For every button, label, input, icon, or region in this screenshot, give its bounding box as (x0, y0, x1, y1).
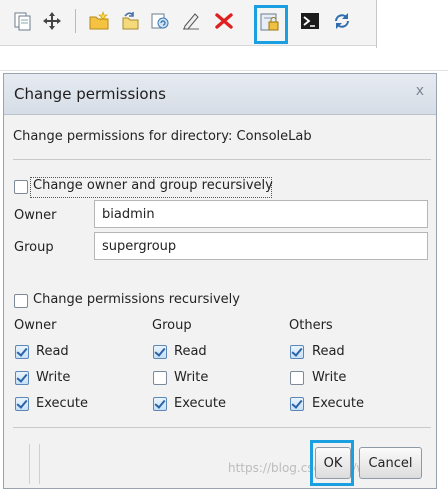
ok-highlight (310, 440, 354, 486)
refresh-folder-icon[interactable] (149, 10, 173, 34)
delete-icon[interactable] (213, 10, 237, 34)
group-execute-checkbox[interactable] (153, 397, 167, 411)
owner-execute-label[interactable]: Execute (36, 396, 88, 411)
group-read-label[interactable]: Read (174, 344, 207, 359)
divider (39, 444, 40, 484)
terminal-icon[interactable] (299, 10, 323, 34)
close-icon[interactable]: x (416, 83, 424, 99)
background-divider (0, 70, 448, 71)
new-folder-icon[interactable] (88, 10, 112, 34)
divider (13, 427, 431, 428)
dialog-heading: Change permissions for directory: Consol… (13, 129, 312, 144)
others-write-checkbox[interactable] (290, 371, 304, 385)
rename-icon[interactable] (119, 10, 143, 34)
owner-column-header: Owner (14, 318, 57, 333)
owner-label: Owner (14, 208, 57, 223)
group-write-checkbox[interactable] (153, 371, 167, 385)
owner-group-recursive-label[interactable]: Change owner and group recursively (33, 178, 273, 193)
group-read-checkbox[interactable] (153, 345, 167, 359)
others-write-label[interactable]: Write (312, 370, 346, 385)
others-execute-checkbox[interactable] (290, 397, 304, 411)
permissions-highlight (254, 5, 288, 44)
owner-read-checkbox[interactable] (15, 345, 29, 359)
edit-icon[interactable] (180, 10, 204, 34)
background-divider (376, 0, 377, 48)
others-execute-label[interactable]: Execute (312, 396, 364, 411)
toolbar-separator (75, 9, 76, 33)
permissions-recursive-checkbox[interactable] (14, 294, 28, 308)
move-icon[interactable] (41, 10, 65, 34)
group-label: Group (14, 240, 54, 255)
owner-write-label[interactable]: Write (36, 370, 70, 385)
others-read-checkbox[interactable] (290, 345, 304, 359)
others-column-header: Others (289, 318, 333, 333)
group-execute-label[interactable]: Execute (174, 396, 226, 411)
cancel-button[interactable]: Cancel (359, 447, 422, 479)
dialog-title: Change permissions (14, 85, 166, 103)
permissions-recursive-label[interactable]: Change permissions recursively (33, 292, 240, 307)
owner-group-recursive-checkbox[interactable] (14, 180, 28, 194)
file-toolbar (0, 0, 377, 46)
owner-field[interactable]: biadmin (94, 200, 428, 228)
dialog-titlebar[interactable]: Change permissions x (4, 74, 436, 115)
change-permissions-dialog: Change permissions x Change permissions … (3, 73, 437, 489)
group-column-header: Group (152, 318, 192, 333)
group-write-label[interactable]: Write (174, 370, 208, 385)
owner-write-checkbox[interactable] (15, 371, 29, 385)
owner-execute-checkbox[interactable] (15, 397, 29, 411)
copy-icon[interactable] (12, 10, 36, 34)
others-read-label[interactable]: Read (312, 344, 345, 359)
owner-read-label[interactable]: Read (36, 344, 69, 359)
group-field[interactable]: supergroup (94, 232, 428, 260)
divider (29, 444, 30, 484)
reload-icon[interactable] (331, 10, 355, 34)
divider (13, 159, 431, 160)
